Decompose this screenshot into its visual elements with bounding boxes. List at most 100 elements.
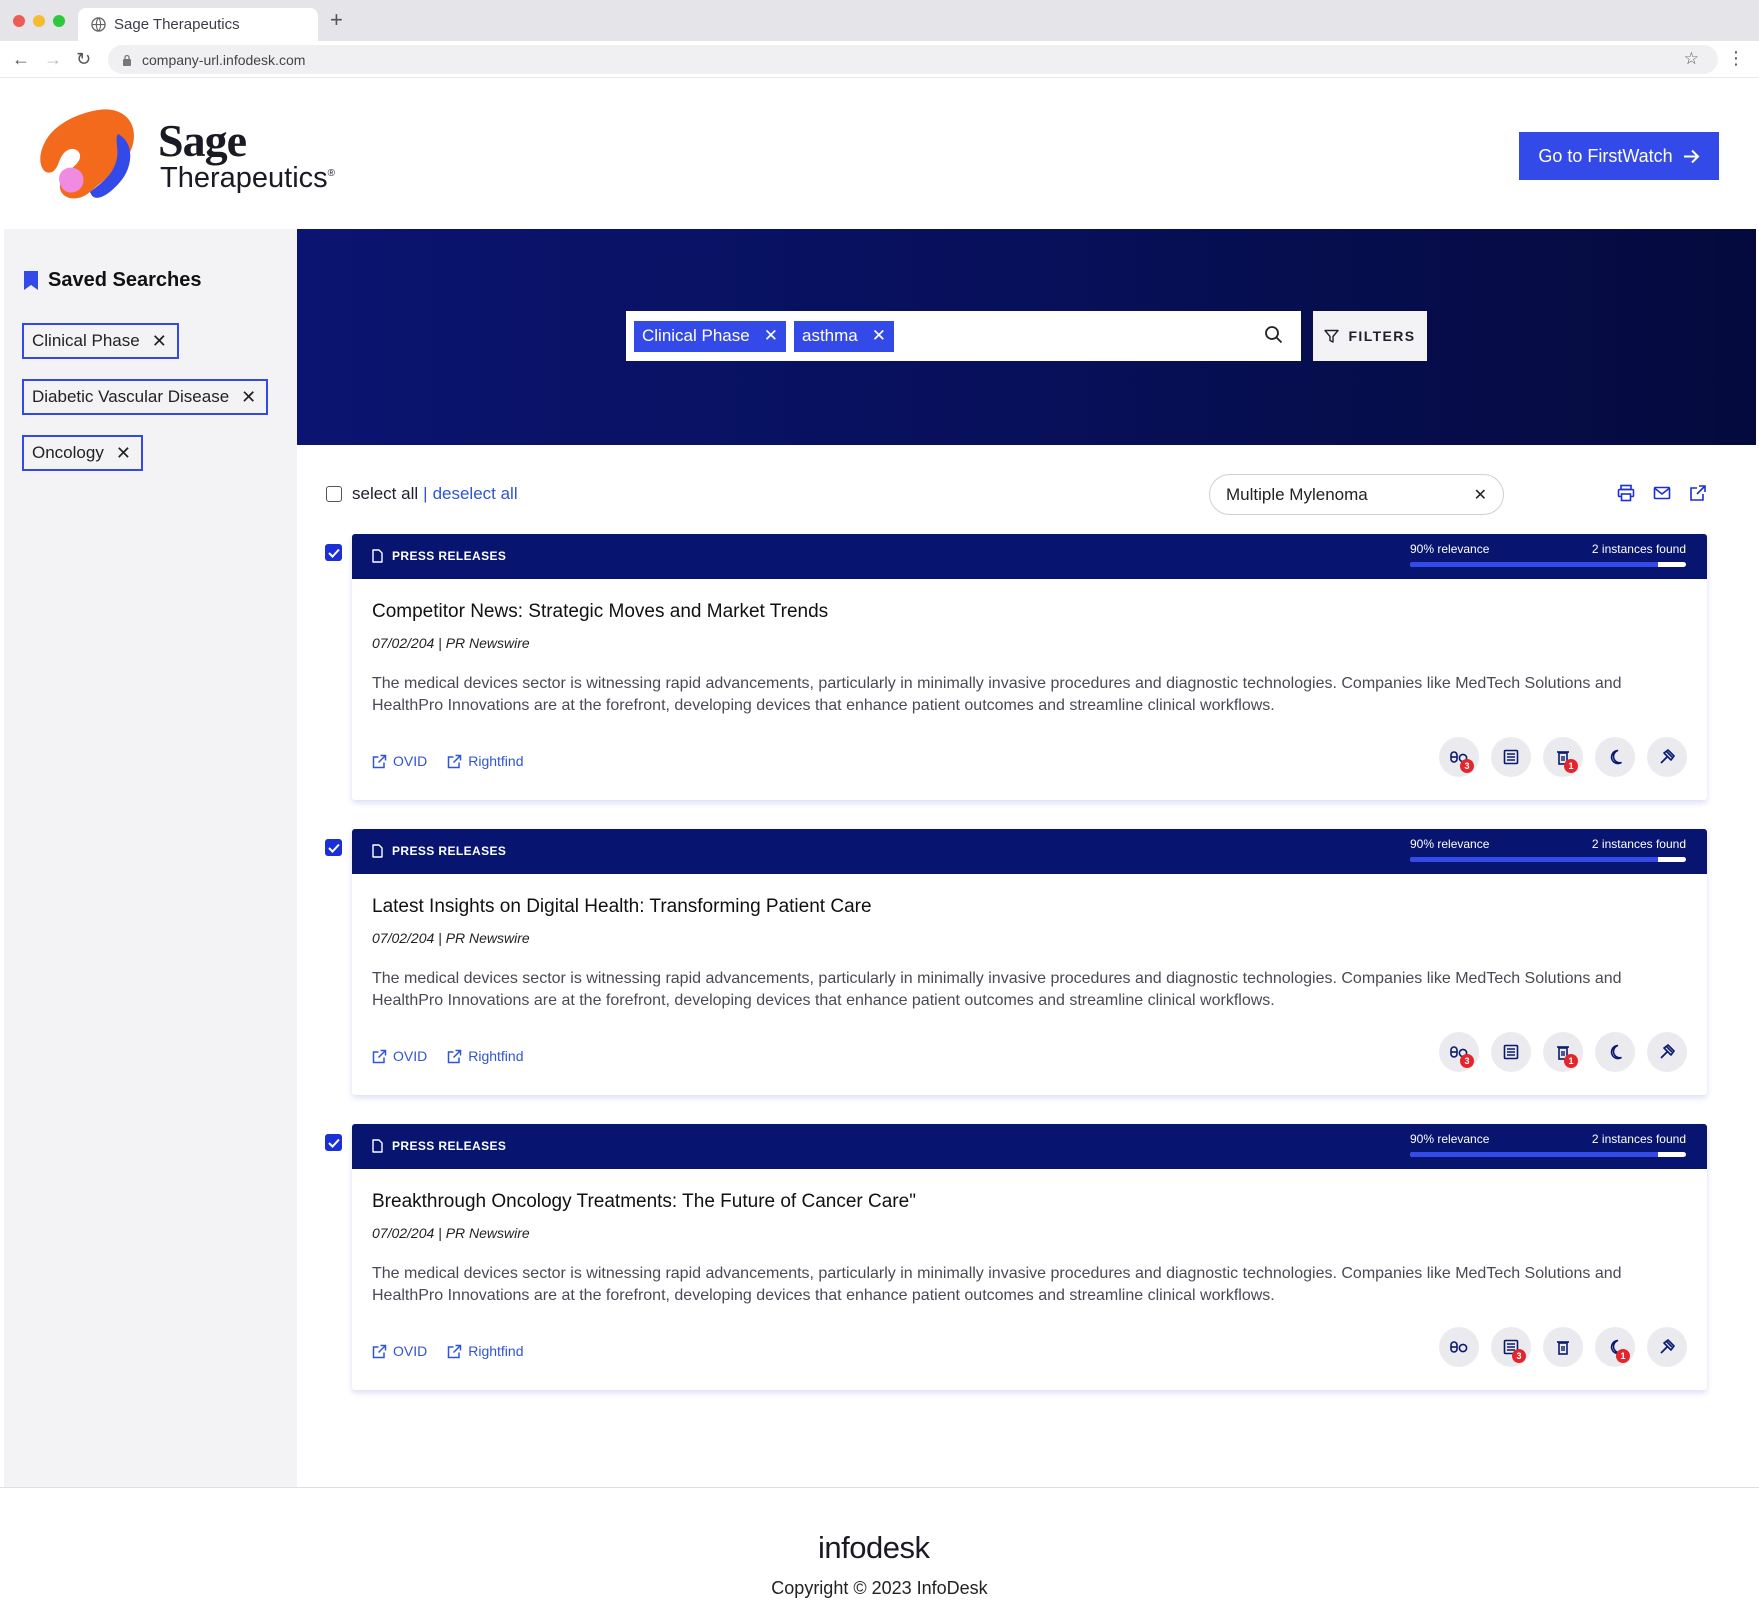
browser-menu-icon[interactable]: ⋮ — [1727, 48, 1745, 69]
result-summary: The medical devices sector is witnessing… — [372, 675, 1622, 714]
newspaper-action-button[interactable] — [1491, 737, 1531, 777]
remove-saved-search-icon[interactable]: ✕ — [116, 443, 131, 464]
saved-searches-title: Saved Searches — [48, 269, 202, 291]
search-input[interactable]: Clinical Phase ✕ asthma ✕ — [626, 311, 1301, 361]
result-checkbox[interactable] — [325, 544, 342, 561]
content-type: PRESS RELEASES — [372, 1139, 506, 1153]
link-label: Rightfind — [468, 753, 524, 769]
result-title[interactable]: Breakthrough Oncology Treatments: The Fu… — [372, 1191, 916, 1213]
count-badge: 1 — [1564, 1054, 1578, 1068]
search-chip[interactable]: Clinical Phase ✕ — [634, 320, 786, 352]
results-filter-input[interactable]: Multiple Mylenoma ✕ — [1209, 474, 1504, 515]
search-chip[interactable]: asthma ✕ — [793, 320, 894, 352]
count-badge: 3 — [1460, 759, 1474, 773]
select-all-link[interactable]: select all — [352, 484, 418, 504]
newspaper-action-button[interactable] — [1491, 1032, 1531, 1072]
external-link-ovid[interactable]: OVID — [372, 753, 427, 769]
bookmark-star-icon[interactable]: ☆ — [1684, 49, 1699, 69]
content-type-label: PRESS RELEASES — [392, 844, 507, 858]
company-logo[interactable]: Sage Therapeutics® — [38, 104, 348, 208]
saved-searches-sidebar: Saved Searches Clinical Phase ✕ Diabetic… — [4, 229, 297, 1487]
search-icon[interactable] — [1264, 325, 1283, 344]
count-badge: 1 — [1564, 759, 1578, 773]
external-link-icon — [372, 1344, 387, 1359]
saved-search-label: Clinical Phase — [32, 331, 140, 350]
count-badge: 3 — [1512, 1349, 1526, 1363]
external-link-rightfind[interactable]: Rightfind — [447, 1048, 524, 1064]
external-link-rightfind[interactable]: Rightfind — [447, 753, 524, 769]
forward-icon[interactable]: → — [44, 49, 62, 69]
saved-search-chip[interactable]: Clinical Phase ✕ — [22, 323, 179, 359]
pills-action-button[interactable]: 3 — [1439, 737, 1479, 777]
result-card[interactable]: PRESS RELEASES 90% relevance 2 instances f… — [352, 829, 1707, 1095]
result-links: OVID Rightfind — [372, 1343, 524, 1359]
external-link-icon — [372, 1049, 387, 1064]
go-to-firstwatch-button[interactable]: Go to FirstWatch — [1519, 132, 1719, 180]
card-header: PRESS RELEASES 90% relevance 2 instances f… — [352, 829, 1707, 874]
result-card[interactable]: PRESS RELEASES 90% relevance 2 instances f… — [352, 1124, 1707, 1390]
logo-word-sage: Sage — [158, 115, 247, 166]
back-icon[interactable]: ← — [12, 49, 30, 69]
result-meta: 07/02/204 | PR Newswire — [372, 930, 530, 946]
relevance-bar — [1410, 1152, 1686, 1157]
result-checkbox[interactable] — [325, 839, 342, 856]
gavel-action-button[interactable] — [1647, 737, 1687, 777]
external-link-ovid[interactable]: OVID — [372, 1048, 427, 1064]
relevance-label: 90% relevance — [1410, 837, 1490, 851]
result-summary: The medical devices sector is witnessing… — [372, 1265, 1622, 1304]
close-window-button[interactable] — [13, 15, 25, 27]
saved-search-label: Oncology — [32, 443, 104, 462]
external-link-icon — [447, 754, 462, 769]
gavel-icon — [1659, 749, 1675, 765]
content-type-label: PRESS RELEASES — [392, 549, 507, 563]
url-field[interactable]: company-url.infodesk.com — [108, 45, 1718, 74]
pills-action-button[interactable]: 3 — [1439, 1032, 1479, 1072]
result-meta: 07/02/204 | PR Newswire — [372, 1225, 530, 1241]
relevance-label: 90% relevance — [1410, 1132, 1490, 1146]
trash-action-button[interactable] — [1543, 1327, 1583, 1367]
deselect-all-link[interactable]: deselect all — [433, 484, 518, 504]
export-icon[interactable] — [1689, 484, 1707, 502]
relevance-bar-fill — [1410, 857, 1659, 862]
print-icon[interactable] — [1617, 484, 1635, 502]
gavel-action-button[interactable] — [1647, 1032, 1687, 1072]
separator: | — [423, 484, 428, 503]
mail-icon[interactable] — [1653, 484, 1671, 502]
external-link-rightfind[interactable]: Rightfind — [447, 1343, 524, 1359]
moon-action-button[interactable] — [1595, 1032, 1635, 1072]
browser-tab[interactable]: Sage Therapeutics — [78, 8, 318, 41]
remove-chip-icon[interactable]: ✕ — [872, 326, 886, 346]
maximize-window-button[interactable] — [53, 15, 65, 27]
select-all-checkbox[interactable] — [326, 486, 342, 502]
filters-button[interactable]: FILTERS — [1313, 311, 1427, 361]
gavel-icon — [1659, 1339, 1675, 1355]
minimize-window-button[interactable] — [33, 15, 45, 27]
trash-action-button[interactable]: 1 — [1543, 1032, 1583, 1072]
remove-chip-icon[interactable]: ✕ — [764, 326, 778, 346]
remove-saved-search-icon[interactable]: ✕ — [152, 331, 167, 352]
saved-search-chip[interactable]: Diabetic Vascular Disease ✕ — [22, 379, 269, 415]
result-checkbox[interactable] — [325, 1134, 342, 1151]
clear-filter-icon[interactable]: ✕ — [1474, 485, 1487, 505]
moon-action-button[interactable]: 1 — [1595, 1327, 1635, 1367]
relevance-bar-fill — [1410, 562, 1659, 567]
trash-icon — [1556, 1339, 1570, 1355]
content-type-label: PRESS RELEASES — [392, 1139, 507, 1153]
newspaper-action-button[interactable]: 3 — [1491, 1327, 1531, 1367]
new-tab-icon[interactable]: + — [330, 9, 343, 31]
instances-label: 2 instances found — [1591, 837, 1686, 851]
result-title[interactable]: Latest Insights on Digital Health: Trans… — [372, 896, 872, 918]
trash-action-button[interactable]: 1 — [1543, 737, 1583, 777]
card-header: PRESS RELEASES 90% relevance 2 instances f… — [352, 1124, 1707, 1169]
gavel-action-button[interactable] — [1647, 1327, 1687, 1367]
pills-icon — [1450, 1340, 1468, 1354]
pills-action-button[interactable] — [1439, 1327, 1479, 1367]
saved-search-chip[interactable]: Oncology ✕ — [22, 435, 143, 471]
reload-icon[interactable]: ↻ — [76, 49, 91, 69]
result-card[interactable]: PRESS RELEASES 90% relevance 2 instances f… — [352, 534, 1707, 800]
bookmark-icon — [24, 271, 38, 290]
remove-saved-search-icon[interactable]: ✕ — [241, 387, 256, 408]
result-title[interactable]: Competitor News: Strategic Moves and Mar… — [372, 601, 828, 623]
moon-action-button[interactable] — [1595, 737, 1635, 777]
external-link-ovid[interactable]: OVID — [372, 1343, 427, 1359]
